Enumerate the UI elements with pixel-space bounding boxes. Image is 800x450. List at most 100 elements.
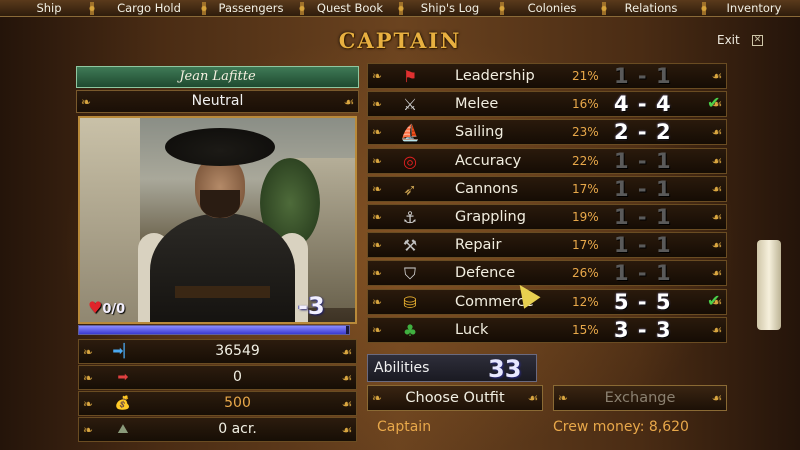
menu-separator: [395, 2, 407, 15]
scroll-ornament-icon: ❧: [371, 266, 383, 281]
skill-progress-percent: 12%: [572, 294, 599, 309]
skill-name: Melee: [455, 96, 499, 113]
exit-label[interactable]: Exit: [717, 33, 740, 47]
scroll-ornament-icon: ❧: [557, 391, 569, 405]
scroll-ornament-icon: ❧: [371, 238, 383, 253]
scroll-ornament-icon: ❧: [371, 322, 383, 337]
portrait-belt: [175, 286, 270, 298]
skill-row-cannons[interactable]: ❧ ➶ Cannons 17% 1 - 1 ☙: [367, 175, 727, 202]
skill-progress-percent: 16%: [572, 97, 599, 112]
choose-outfit-label: Choose Outfit: [405, 390, 505, 406]
experience-bar: [78, 325, 350, 335]
scroll-ornament-icon: ☙: [527, 391, 539, 405]
menu-item-inventory[interactable]: Inventory: [714, 0, 794, 17]
scroll-ornament-icon: ❧: [82, 396, 94, 411]
skill-level: 1 - 1: [614, 233, 672, 258]
skill-progress-percent: 17%: [572, 181, 599, 196]
menu-separator: [496, 2, 508, 15]
skill-level: 3 - 3: [614, 317, 672, 342]
stat-value: 500: [224, 395, 251, 411]
exchange-button[interactable]: ❧ Exchange ☙: [553, 385, 727, 411]
skill-row-defence[interactable]: ❧ ⛉ Defence 26% 1 - 1 ☙: [367, 260, 727, 287]
scroll-ornament-icon: ☙: [711, 69, 723, 83]
scroll-ornament-icon: ❧: [82, 370, 94, 385]
skill-row-melee[interactable]: ❧ ⚔ Melee 16% 4 - 4 ✔ ☙: [367, 91, 727, 118]
stat-value: 36549: [215, 343, 260, 359]
experience-bar-fill: [79, 326, 347, 334]
abilities-label: Abilities: [374, 360, 430, 376]
flag-icon: ⚑: [402, 67, 418, 86]
menu-separator: [598, 2, 610, 15]
skill-row-repair[interactable]: ❧ ⚒ Repair 17% 1 - 1 ☙: [367, 232, 727, 259]
portrait-building: [80, 118, 140, 322]
skill-level: 1 - 1: [614, 205, 672, 229]
scroll-ornament-icon: ☙: [341, 396, 353, 411]
menu-item-cargo-hold[interactable]: Cargo Hold: [104, 0, 194, 17]
abilities-value: 33: [488, 355, 522, 383]
scroll-ornament-icon: ☙: [711, 294, 723, 309]
scroll-ornament-icon: ☙: [711, 266, 723, 281]
skill-progress-percent: 21%: [572, 69, 599, 83]
money-bag-icon: 💰: [114, 396, 132, 411]
skill-name: Luck: [455, 321, 489, 338]
scroll-ornament-icon: ❧: [82, 344, 94, 359]
menu-separator: [296, 2, 308, 15]
character-role: Captain: [377, 419, 432, 435]
reputation-bar: ❧ Neutral ☙: [76, 90, 359, 113]
skill-name: Repair: [455, 237, 502, 254]
skill-name: Cannons: [455, 180, 519, 197]
scroll-ornament-icon: ❧: [371, 153, 383, 168]
scroll-ornament-icon: ☙: [341, 422, 353, 437]
choose-outfit-button[interactable]: ❧ Choose Outfit ☙: [367, 385, 543, 411]
candle-decoration: [757, 240, 781, 330]
skill-row-accuracy[interactable]: ❧ ◎ Accuracy 22% 1 - 1 ☙: [367, 147, 727, 174]
stat-row-next-level: ❧ ➡ 0 ☙: [78, 365, 357, 390]
stat-row-land: ❧ ⛰ 0 acr. ☙: [78, 417, 357, 442]
skill-row-commerce[interactable]: ❧ ⛁ Commerce 12% 5 - 5 ✔ ☙: [367, 288, 727, 315]
skill-row-grappling[interactable]: ❧ ⚓ Grappling 19% 1 - 1 ☙: [367, 204, 727, 230]
crew-money: Crew money: 8,620: [553, 419, 689, 435]
skill-row-sailing[interactable]: ❧ ⛵ Sailing 23% 2 - 2 ☙: [367, 119, 727, 146]
menu-item-ships-log[interactable]: Ship's Log: [410, 0, 490, 17]
scroll-ornament-icon: ❧: [371, 69, 383, 83]
skill-name: Accuracy: [455, 152, 522, 169]
crossed-swords-icon: ⚔: [402, 95, 418, 115]
menu-separator: [86, 2, 98, 15]
scroll-ornament-icon: ❧: [371, 97, 383, 112]
skill-level: 1 - 1: [614, 261, 672, 286]
close-icon[interactable]: ✕: [752, 35, 763, 46]
skill-level: 4 - 4: [614, 92, 672, 117]
scroll-ornament-icon: ☙: [711, 322, 723, 337]
portrait-hat: [165, 128, 275, 166]
menu-separator: [198, 2, 210, 15]
reputation-label: Neutral: [191, 93, 244, 109]
scroll-ornament-icon: ❧: [371, 391, 383, 405]
grappling-hook-icon: ⚓: [402, 208, 418, 227]
stat-value: 0: [233, 369, 242, 385]
health-value: 0/0: [102, 302, 126, 317]
sail-icon: ⛵: [400, 123, 420, 143]
menu-item-quest-book[interactable]: Quest Book: [310, 0, 390, 17]
skill-name: Grappling: [455, 209, 526, 225]
scroll-ornament-icon: ❧: [371, 210, 383, 224]
scroll-ornament-icon: ☙: [341, 370, 353, 385]
skill-row-leadership[interactable]: ❧ ⚑ Leadership 21% 1 - 1 ☙: [367, 63, 727, 89]
scroll-ornament-icon: ☙: [711, 125, 723, 140]
skill-row-luck[interactable]: ❧ ♣ Luck 15% 3 - 3 ☙: [367, 316, 727, 343]
skill-progress-percent: 17%: [572, 238, 599, 253]
coins-icon: ⛁: [403, 292, 417, 312]
menu-item-ship[interactable]: Ship: [24, 0, 74, 17]
menu-item-relations[interactable]: Relations: [614, 0, 688, 17]
menu-item-colonies[interactable]: Colonies: [512, 0, 592, 17]
skill-level: 1 - 1: [614, 148, 672, 173]
menu-item-passengers[interactable]: Passengers: [211, 0, 291, 17]
page-title: CAPTAIN: [338, 28, 462, 53]
scroll-ornament-icon: ☙: [711, 181, 723, 196]
skill-name: Sailing: [455, 124, 504, 141]
scroll-ornament-icon: ☙: [341, 344, 353, 359]
skill-progress-percent: 15%: [572, 322, 599, 337]
character-name: Jean Lafitte: [76, 66, 359, 88]
next-level-arrow-icon: ➡: [117, 370, 129, 385]
skill-progress-percent: 23%: [572, 125, 599, 140]
skill-progress-percent: 19%: [572, 210, 599, 224]
